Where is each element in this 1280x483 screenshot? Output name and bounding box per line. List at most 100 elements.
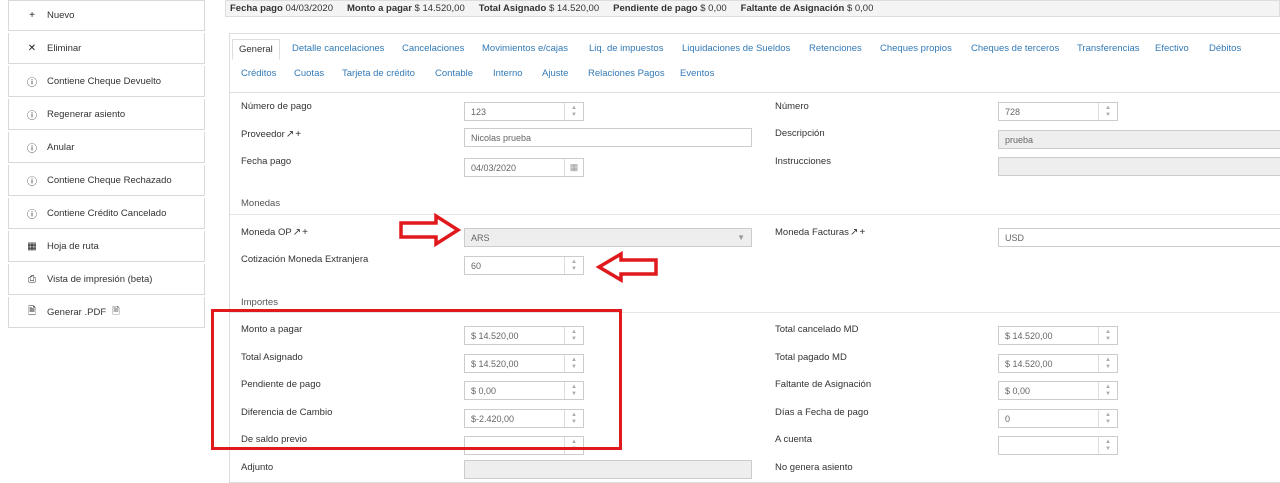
add-moneda-op-icon[interactable]: + bbox=[302, 227, 308, 238]
moneda-op-select[interactable]: ARS ▼ bbox=[464, 228, 752, 247]
instrucciones-label: Instrucciones bbox=[775, 156, 831, 167]
summary-faltante-value: $ 0,00 bbox=[846, 3, 874, 14]
tab-row1-8[interactable]: Cheques de terceros bbox=[971, 43, 1059, 54]
tab-row1-2[interactable]: Cancelaciones bbox=[402, 43, 464, 54]
adjunto-label: Adjunto bbox=[241, 462, 274, 473]
tab-row1-3[interactable]: Movimientos e/cajas bbox=[482, 43, 568, 54]
add-proveedor-icon[interactable]: + bbox=[295, 129, 301, 140]
sidebar-action-1[interactable]: ✕ Eliminar bbox=[8, 33, 205, 64]
sidebar-action-5[interactable]: ⓘ Contiene Cheque Rechazado bbox=[8, 165, 205, 196]
tab-row1-11[interactable]: Débitos bbox=[1209, 43, 1241, 54]
total-pagado-spinner[interactable]: ▲ ▼ bbox=[1098, 355, 1117, 372]
numero-label: Número bbox=[775, 101, 809, 112]
tab-row1-10[interactable]: Efectivo bbox=[1155, 43, 1189, 54]
summary-pendiente-label: Pendiente de pago bbox=[613, 3, 698, 14]
tab-row2-5[interactable]: Ajuste bbox=[542, 68, 568, 79]
tab-row1-7[interactable]: Cheques propios bbox=[880, 43, 952, 54]
moneda-facturas-select[interactable]: USD▼ bbox=[998, 228, 1280, 247]
calendar-icon: ▦ bbox=[27, 240, 37, 252]
summary-asignado-value: $ 14.520,00 bbox=[548, 3, 600, 14]
total-cancelado-spinner[interactable]: ▲ ▼ bbox=[1098, 327, 1117, 344]
tab-row2-6[interactable]: Relaciones Pagos bbox=[588, 68, 665, 79]
a-cuenta-spinner[interactable]: ▲ ▼ bbox=[1098, 437, 1117, 454]
summary-asignado-label: Total Asignado bbox=[478, 3, 547, 14]
summary-monto-value: $ 14.520,00 bbox=[414, 3, 465, 14]
external-link-icon[interactable]: ↗ bbox=[850, 227, 858, 238]
tab-row1-4[interactable]: Liq. de impuestos bbox=[589, 43, 663, 54]
sidebar-action-4[interactable]: ⓘ Anular bbox=[8, 132, 205, 163]
alert-circle-icon: ⓘ bbox=[27, 209, 37, 221]
sidebar-action-label: Generar .PDF bbox=[47, 306, 107, 318]
cotizacion-input[interactable]: 60 ▲ ▼ bbox=[464, 256, 584, 275]
tab-bar: General Detalle cancelaciones Cancelacione… bbox=[230, 34, 1280, 93]
summary-pendiente-value: $ 0,00 bbox=[700, 3, 727, 14]
pdf-download-icon: 🗎 bbox=[112, 306, 120, 317]
sidebar-action-label: Contiene Crédito Cancelado bbox=[47, 207, 167, 219]
sidebar-action-label: Contiene Cheque Devuelto bbox=[47, 75, 162, 87]
annotation-highlight-box bbox=[211, 309, 622, 450]
numero-pago-spinner[interactable]: ▲ ▼ bbox=[564, 103, 583, 120]
sidebar-action-0[interactable]: + Nuevo bbox=[8, 0, 205, 31]
alert-circle-icon: ⓘ bbox=[27, 77, 37, 89]
section-divider bbox=[230, 214, 1280, 215]
dias-fecha-spinner[interactable]: ▲ ▼ bbox=[1098, 410, 1117, 427]
print-icon: ⎙ bbox=[28, 273, 36, 285]
total-pagado-input[interactable]: $ 14.520,00 ▲ ▼ bbox=[998, 354, 1118, 373]
pdf-icon: 🗎 bbox=[27, 305, 37, 317]
sidebar-action-8[interactable]: ⎙ Vista de impresión (beta) bbox=[8, 264, 205, 295]
sidebar-action-2[interactable]: ⓘ Contiene Cheque Devuelto bbox=[8, 66, 205, 97]
external-link-icon[interactable]: ↗ bbox=[286, 129, 294, 140]
sidebar-action-9[interactable]: 🗎 Generar .PDF 🗎 bbox=[8, 297, 205, 328]
external-link-icon[interactable]: ↗ bbox=[293, 227, 301, 238]
sidebar-action-7[interactable]: ▦ Hoja de ruta bbox=[8, 231, 205, 262]
tab-row1-9[interactable]: Transferencias bbox=[1077, 43, 1139, 54]
annotation-arrow-right-icon bbox=[399, 213, 462, 247]
summary-fecha-label: Fecha pago bbox=[230, 3, 283, 14]
tab-row2-2[interactable]: Tarjeta de crédito bbox=[342, 68, 415, 79]
dias-fecha-label: Días a Fecha de pago bbox=[775, 407, 869, 418]
sidebar-action-label: Nuevo bbox=[47, 10, 75, 21]
sidebar-action-3[interactable]: ⓘ Regenerar asiento bbox=[8, 99, 205, 130]
tab-row2-1[interactable]: Cuotas bbox=[294, 68, 324, 79]
numero-spinner[interactable]: ▲ ▼ bbox=[1098, 103, 1117, 120]
numero-input[interactable]: 728 ▲ ▼ bbox=[998, 102, 1118, 121]
fecha-pago-input[interactable]: 04/03/2020 ▦ bbox=[464, 158, 584, 177]
sidebar-action-6[interactable]: ⓘ Contiene Crédito Cancelado bbox=[8, 198, 205, 229]
tab-row2-7[interactable]: Eventos bbox=[680, 68, 714, 79]
calendar-icon[interactable]: ▦ bbox=[564, 159, 583, 176]
tab-row1-6[interactable]: Retenciones bbox=[809, 43, 862, 54]
instrucciones-input[interactable] bbox=[998, 157, 1280, 176]
summary-fecha-value: 04/03/2020 bbox=[285, 3, 333, 14]
tab-row1-1[interactable]: Detalle cancelaciones bbox=[292, 43, 384, 54]
proveedor-input[interactable]: Nicolas prueba bbox=[464, 128, 752, 147]
sidebar-action-label: Anular bbox=[47, 141, 75, 153]
faltante-asignacion-spinner[interactable]: ▲ ▼ bbox=[1098, 382, 1117, 399]
close-icon: ✕ bbox=[27, 42, 37, 54]
sidebar-action-label: Regenerar asiento bbox=[47, 108, 126, 120]
dias-fecha-input[interactable]: 0 ▲ ▼ bbox=[998, 409, 1118, 428]
cotizacion-label: Cotización Moneda Extranjera bbox=[241, 254, 369, 265]
alert-circle-icon: ⓘ bbox=[27, 143, 37, 155]
plus-icon: + bbox=[29, 10, 35, 21]
numero-pago-input[interactable]: 123 ▲ ▼ bbox=[464, 102, 584, 121]
sidebar-action-label: Eliminar bbox=[47, 42, 82, 54]
descripcion-label: Descripción bbox=[775, 128, 825, 139]
faltante-asignacion-input[interactable]: $ 0,00 ▲ ▼ bbox=[998, 381, 1118, 400]
tab-row2-3[interactable]: Contable bbox=[435, 68, 473, 79]
total-cancelado-input[interactable]: $ 14.520,00 ▲ ▼ bbox=[998, 326, 1118, 345]
monedas-section-title: Monedas bbox=[241, 198, 281, 209]
moneda-facturas-label: Moneda Facturas↗+ bbox=[775, 227, 866, 238]
tab-row2-0[interactable]: Créditos bbox=[241, 68, 276, 79]
descripcion-input[interactable]: prueba bbox=[998, 130, 1280, 149]
a-cuenta-input[interactable]: ▲ ▼ bbox=[998, 436, 1118, 455]
no-genera-asiento-label: No genera asiento bbox=[775, 462, 853, 473]
total-cancelado-label: Total cancelado MD bbox=[775, 324, 859, 335]
tab-row2-4[interactable]: Interno bbox=[493, 68, 523, 79]
fecha-pago-label: Fecha pago bbox=[241, 156, 292, 167]
cotizacion-spinner[interactable]: ▲ ▼ bbox=[564, 257, 583, 274]
summary-monto-label: Monto a pagar bbox=[346, 3, 412, 14]
moneda-op-label: Moneda OP↗+ bbox=[241, 227, 308, 238]
tab-row1-5[interactable]: Liquidaciones de Sueldos bbox=[682, 43, 790, 54]
tab-row1-0[interactable]: General bbox=[232, 39, 280, 60]
add-moneda-facturas-icon[interactable]: + bbox=[859, 227, 865, 238]
